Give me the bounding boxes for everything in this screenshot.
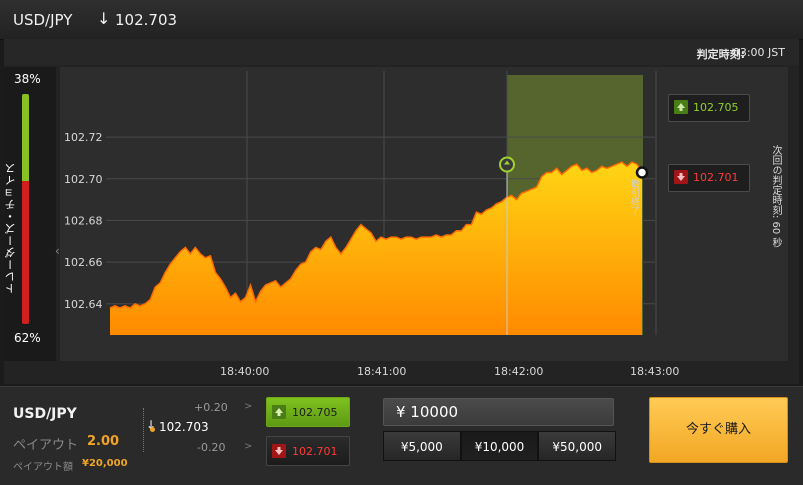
spread-bracket — [143, 408, 144, 452]
chart-put-button[interactable]: 102.701 — [668, 164, 750, 192]
spread-mid-price: 102.703 — [159, 420, 209, 434]
current-price-marker — [635, 166, 649, 179]
quick-amount-5000-button[interactable]: ¥5,000 — [383, 431, 461, 461]
sentiment-low-fill — [22, 181, 29, 324]
chart-call-button[interactable]: 102.705 — [668, 94, 750, 122]
pair-title: USD/JPY — [13, 11, 73, 29]
x-tick-label: 18:42:00 — [494, 365, 544, 378]
down-arrow-icon — [272, 444, 286, 458]
put-value: 102.701 — [292, 445, 338, 458]
trade-panel: USD/JPY ペイアウト 2.00 ペイアウト額 ¥20,000 +0.20 … — [0, 386, 803, 485]
up-arrow-icon — [674, 100, 688, 114]
low-percent: 62% — [14, 331, 41, 345]
quick-amount-50000-button[interactable]: ¥50,000 — [538, 431, 617, 461]
high-percent: 38% — [14, 72, 41, 86]
chart-put-value: 102.701 — [693, 171, 739, 184]
price-area — [110, 162, 642, 335]
y-tick-label: 102.66 — [64, 256, 103, 269]
quick-amount-10000-button[interactable]: ¥10,000 — [460, 431, 539, 461]
sentiment-bar — [22, 94, 29, 324]
y-tick-label: 102.68 — [64, 214, 103, 227]
call-value: 102.705 — [292, 406, 338, 419]
down-arrow-icon — [674, 170, 688, 184]
x-tick-label: 18:43:00 — [630, 365, 680, 378]
trading-app: USD/JPY ↓ 102.703 判定時刻: 03:00 JST 38% トレ… — [0, 0, 803, 485]
sentiment-high-fill — [22, 94, 29, 182]
call-button[interactable]: 102.705 — [266, 397, 350, 427]
x-axis: 18:40:00 18:41:00 18:42:00 18:43:00 — [60, 361, 788, 383]
x-tick-label: 18:40:00 — [220, 365, 270, 378]
up-arrow-icon — [272, 405, 286, 419]
spread-indicator: +0.20 > ↓ 102.703 -0.20 > — [139, 401, 259, 461]
chart-call-value: 102.705 — [693, 101, 739, 114]
down-arrow-icon: ↓ — [97, 9, 111, 28]
judge-time-row: 判定時刻: 03:00 JST — [4, 39, 799, 65]
y-tick-label: 102.72 — [64, 131, 103, 144]
trade-pair-title: USD/JPY — [13, 406, 77, 422]
y-tick-label: 102.70 — [64, 173, 103, 186]
price-chart: 102.72 102.70 102.68 102.66 102.64 102.705 1… — [60, 67, 788, 361]
payout-label: ペイアウト — [13, 438, 79, 453]
header-bar: USD/JPY ↓ 102.703 — [0, 0, 803, 40]
chevron-right-icon: > — [244, 441, 253, 452]
payout-value: 2.00 — [87, 434, 120, 449]
payout-amount-label: ペイアウト額 — [13, 462, 73, 473]
y-tick-label: 102.64 — [64, 298, 103, 311]
spread-minus: -0.20 — [197, 441, 226, 454]
trading-end-note: 取引終了 — [629, 179, 639, 215]
chevron-right-icon: > — [244, 401, 253, 412]
investment-amount-input[interactable] — [383, 398, 614, 426]
next-judge-note: 次回の判定時刻: 60 秒 — [770, 145, 781, 248]
x-tick-label: 18:41:00 — [357, 365, 407, 378]
current-price: 102.703 — [115, 11, 178, 29]
spread-dot — [150, 427, 155, 432]
spread-plus: +0.20 — [194, 401, 228, 414]
payout-amount-value: ¥20,000 — [82, 458, 128, 469]
put-button[interactable]: 102.701 — [266, 436, 350, 466]
traders-choice-meter: 38% トレーダーズ・チョイス 62% — [4, 67, 56, 361]
traders-choice-label: トレーダーズ・チョイス — [4, 162, 17, 294]
buy-now-button[interactable]: 今すぐ購入 — [649, 397, 788, 463]
quick-amount-group: ¥5,000 ¥10,000 ¥50,000 — [383, 431, 617, 461]
judge-time-value: 03:00 JST — [732, 46, 785, 59]
chart-panel: 判定時刻: 03:00 JST 38% トレーダーズ・チョイス 62% ‹ 10… — [4, 39, 799, 384]
